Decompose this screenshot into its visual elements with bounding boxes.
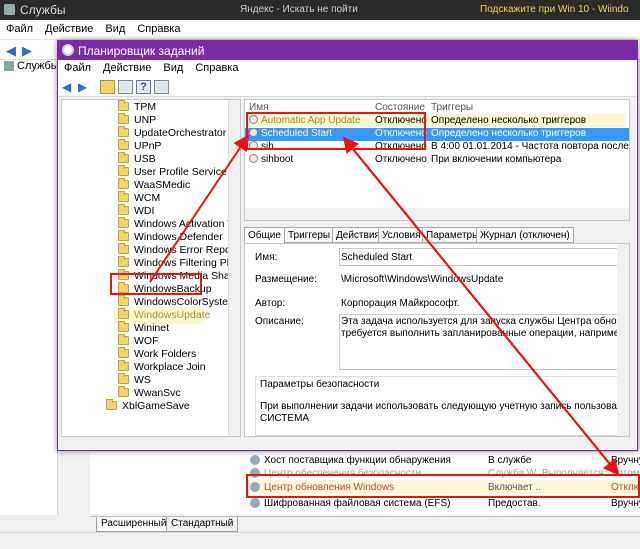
arrow-folder-to-tasks xyxy=(149,134,250,283)
annotation-arrows xyxy=(149,134,620,476)
arrow-service-to-tasks xyxy=(342,136,619,475)
